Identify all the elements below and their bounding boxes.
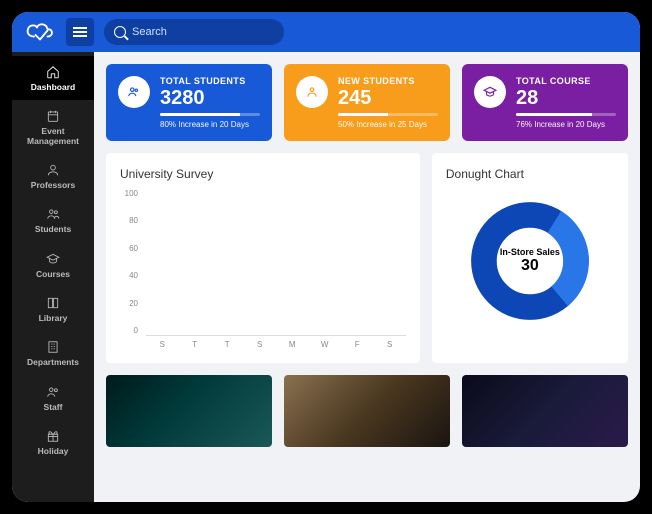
donut-chart-panel: Donught Chart In-Store Sales 30 <box>432 153 628 363</box>
gift-icon <box>45 428 61 444</box>
main-content: TOTAL STUDENTS 3280 80% Increase in 20 D… <box>94 52 640 502</box>
stat-card-title: NEW STUDENTS <box>338 76 438 86</box>
stat-card-value: 28 <box>516 87 616 110</box>
building-icon <box>45 339 61 355</box>
menu-toggle-button[interactable] <box>66 18 94 46</box>
sidebar-item-students[interactable]: Students <box>12 198 94 242</box>
stat-card-new-students[interactable]: NEW STUDENTS 245 50% Increase in 25 Days <box>284 64 450 141</box>
sidebar-item-label: Courses <box>36 270 70 279</box>
sidebar-item-label: Students <box>35 225 71 234</box>
gallery-thumb[interactable] <box>462 375 628 447</box>
sidebar-item-label: Staff <box>44 403 63 412</box>
search-box[interactable] <box>104 19 284 45</box>
sidebar: Dashboard Event Management Professors St… <box>12 52 94 502</box>
sidebar-item-departments[interactable]: Departments <box>12 331 94 375</box>
sidebar-item-library[interactable]: Library <box>12 287 94 331</box>
search-icon <box>114 26 126 38</box>
stat-card-title: TOTAL STUDENTS <box>160 76 260 86</box>
donut-center-value: 30 <box>500 257 560 275</box>
panel-title: Donught Chart <box>446 167 614 181</box>
cap-icon <box>45 251 61 267</box>
book-icon <box>45 295 61 311</box>
sidebar-item-label: Dashboard <box>31 83 75 92</box>
sidebar-item-holiday[interactable]: Holiday <box>12 420 94 464</box>
sidebar-item-staff[interactable]: Staff <box>12 376 94 420</box>
sidebar-item-courses[interactable]: Courses <box>12 243 94 287</box>
sidebar-item-events[interactable]: Event Management <box>12 100 94 154</box>
app-logo <box>24 16 56 48</box>
home-icon <box>45 64 61 80</box>
sidebar-item-professors[interactable]: Professors <box>12 154 94 198</box>
stat-card-value: 3280 <box>160 87 260 110</box>
stat-card-subtitle: 80% Increase in 20 Days <box>160 120 260 129</box>
sidebar-item-label: Professors <box>31 181 75 190</box>
stat-cards-row: TOTAL STUDENTS 3280 80% Increase in 20 D… <box>106 64 628 141</box>
panel-title: University Survey <box>120 167 406 181</box>
donut-center-label: In-Store Sales <box>500 247 560 257</box>
sidebar-item-label: Holiday <box>38 447 69 456</box>
stat-card-subtitle: 50% Increase in 25 Days <box>338 120 438 129</box>
users-icon <box>45 206 61 222</box>
sidebar-item-label: Event Management <box>16 127 90 146</box>
stat-card-subtitle: 76% Increase in 20 Days <box>516 120 616 129</box>
gallery-thumb[interactable] <box>106 375 272 447</box>
sidebar-item-dashboard[interactable]: Dashboard <box>12 56 94 100</box>
stat-card-total-students[interactable]: TOTAL STUDENTS 3280 80% Increase in 20 D… <box>106 64 272 141</box>
sidebar-item-label: Departments <box>27 358 79 367</box>
stat-card-title: TOTAL COURSE <box>516 76 616 86</box>
stat-card-value: 245 <box>338 87 438 110</box>
image-gallery <box>106 375 628 447</box>
app-header <box>12 12 640 52</box>
stat-card-total-course[interactable]: TOTAL COURSE 28 76% Increase in 20 Days <box>462 64 628 141</box>
donut-chart: In-Store Sales 30 <box>466 197 594 325</box>
university-survey-panel: University Survey 100806040200 STTSMWFS <box>106 153 420 363</box>
gallery-thumb[interactable] <box>284 375 450 447</box>
sidebar-item-label: Library <box>39 314 68 323</box>
bar-chart: 100806040200 STTSMWFS <box>120 189 406 349</box>
users-icon <box>118 76 150 108</box>
search-input[interactable] <box>132 26 274 38</box>
user-icon <box>296 76 328 108</box>
calendar-icon <box>45 108 61 124</box>
users-icon <box>45 384 61 400</box>
user-icon <box>45 162 61 178</box>
cap-icon <box>474 76 506 108</box>
